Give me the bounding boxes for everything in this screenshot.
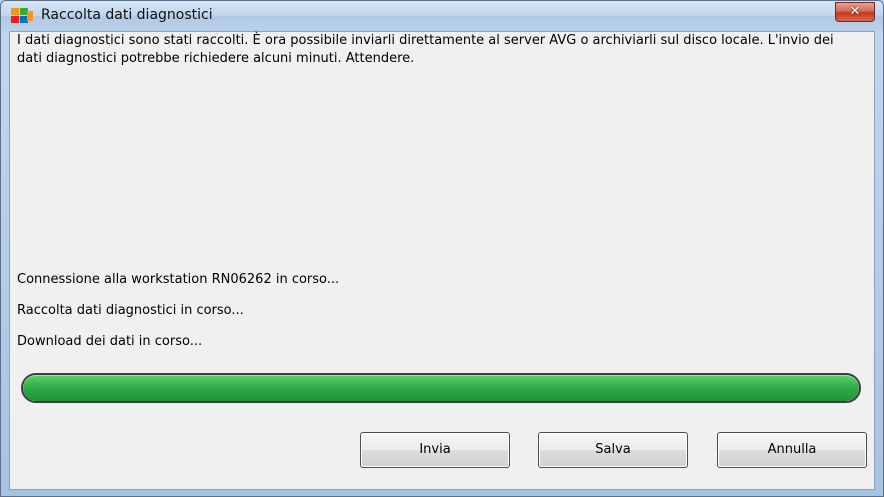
close-button[interactable]: ✕ bbox=[835, 2, 875, 22]
progress-bar-fill bbox=[23, 375, 859, 401]
avg-logo-icon bbox=[11, 8, 33, 25]
progress-bar bbox=[21, 373, 861, 403]
status-line-collecting: Raccolta dati diagnostici in corso... bbox=[17, 303, 244, 318]
dialog-window: Raccolta dati diagnostici ✕ I dati diagn… bbox=[0, 0, 884, 497]
save-button[interactable]: Salva bbox=[538, 432, 688, 468]
cancel-button[interactable]: Annulla bbox=[717, 432, 867, 468]
intro-message: I dati diagnostici sono stati raccolti. … bbox=[17, 33, 834, 66]
window-title: Raccolta dati diagnostici bbox=[41, 7, 213, 23]
title-bar[interactable]: Raccolta dati diagnostici ✕ bbox=[1, 1, 883, 31]
send-button[interactable]: Invia bbox=[360, 432, 510, 468]
dialog-content bbox=[9, 31, 875, 490]
status-line-downloading: Download dei dati in corso... bbox=[17, 334, 203, 349]
status-line-connection: Connessione alla workstation RN06262 in … bbox=[17, 272, 340, 287]
close-icon: ✕ bbox=[849, 4, 861, 19]
